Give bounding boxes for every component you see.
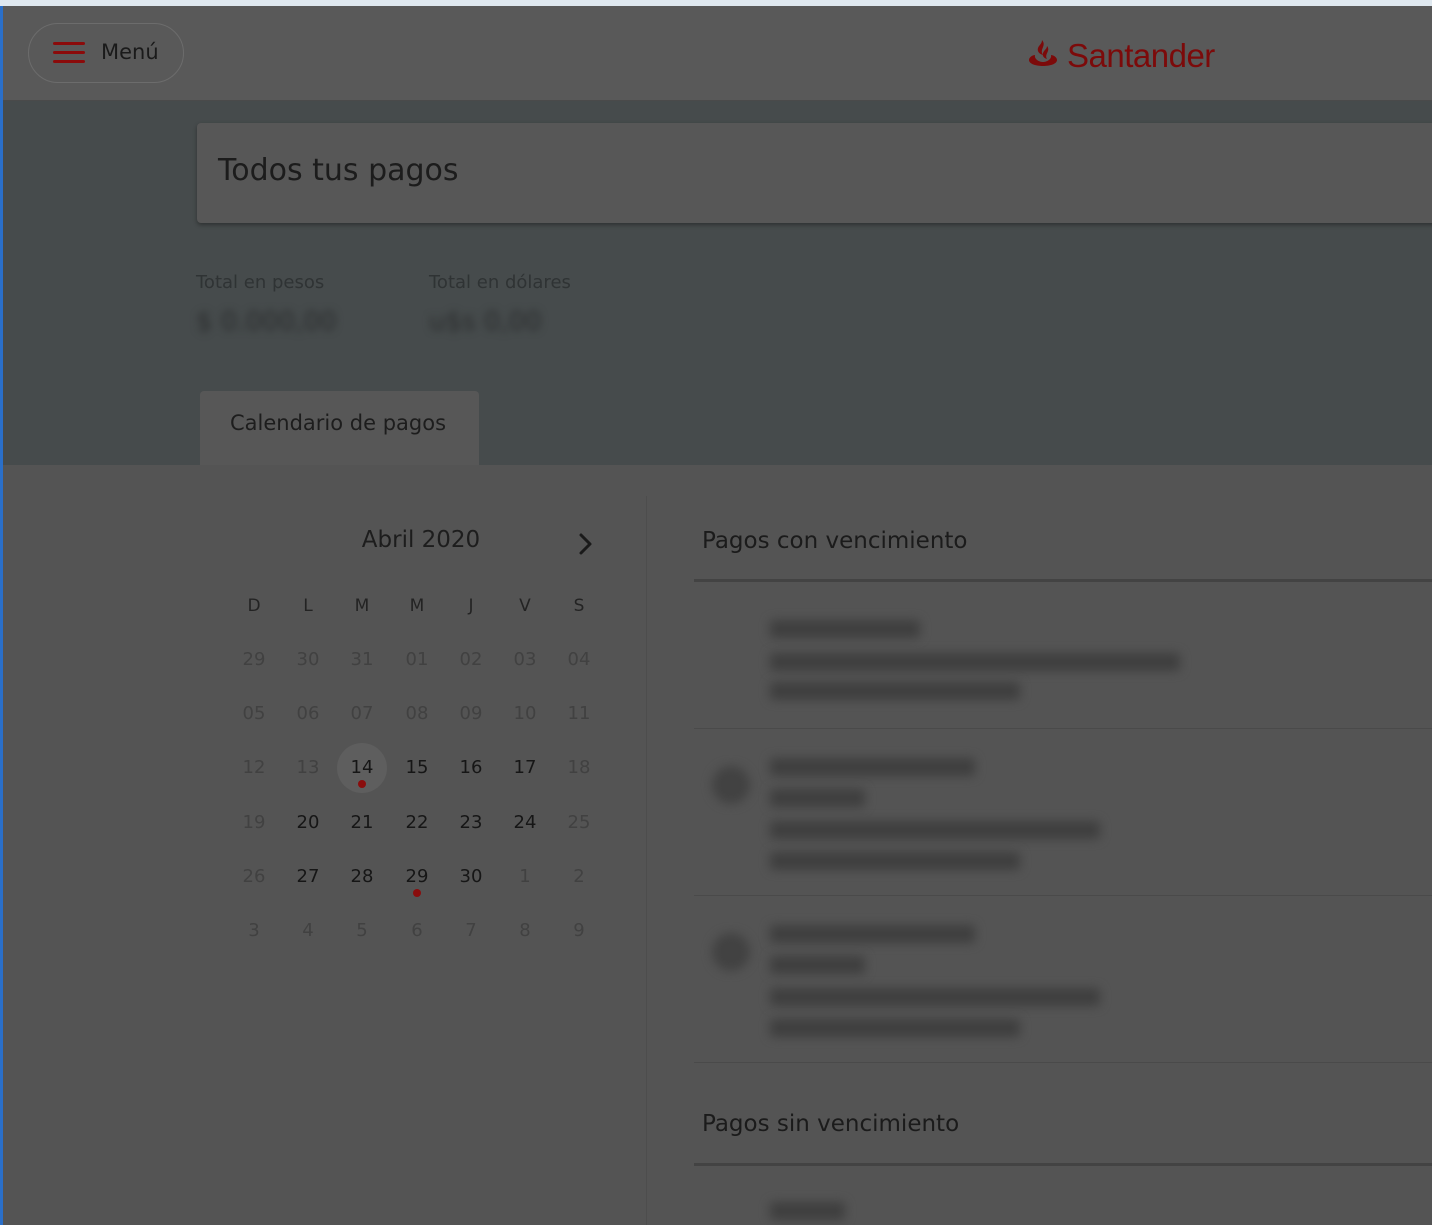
calendar-day: 08 [405, 703, 429, 724]
calendar-day: 05 [242, 703, 266, 724]
blurred-text [770, 852, 1020, 870]
calendar-day[interactable]: 30 [446, 852, 496, 902]
calendar-day[interactable]: 14 [337, 743, 387, 793]
blurred-text [770, 821, 1100, 839]
calendar-day[interactable]: 17 [500, 743, 550, 793]
calendar-day: 02 [459, 649, 483, 670]
calendar-month-title: Abril 2020 [361, 527, 481, 553]
calendar-day: 01 [405, 649, 429, 670]
weekday-header: V [519, 596, 531, 616]
payment-dot-icon [413, 889, 421, 897]
calendar-day: 5 [356, 920, 368, 941]
blurred-text [770, 758, 975, 776]
calendar-day: 9 [573, 920, 585, 941]
weekday-header: S [573, 596, 585, 616]
blurred-text [770, 988, 1100, 1006]
total-dollars: Total en dólares u$s 0,00 [429, 272, 571, 337]
menu-button[interactable]: Menú [28, 23, 184, 83]
calendar-day[interactable]: 21 [337, 798, 387, 848]
calendar-day: 18 [567, 757, 591, 778]
flame-icon [1029, 40, 1057, 66]
blurred-text [770, 1019, 1020, 1037]
calendar-day[interactable]: 22 [392, 798, 442, 848]
calendar-day: 7 [465, 920, 477, 941]
blurred-text [770, 1202, 845, 1220]
calendar-day: 1 [519, 866, 531, 887]
title-card: Todos tus pagos [197, 123, 1432, 223]
calendar-day[interactable]: 29 [392, 852, 442, 902]
calendar-day: 06 [296, 703, 320, 724]
calendar-day: 8 [519, 920, 531, 941]
calendar-day[interactable]: 23 [446, 798, 496, 848]
calendar-day: 04 [567, 649, 591, 670]
calendar-day: 4 [302, 920, 314, 941]
page-title: Todos tus pagos [218, 153, 459, 188]
section-rule [694, 579, 1432, 582]
calendar-day: 2 [573, 866, 585, 887]
section-rule [694, 1163, 1432, 1166]
total-dollars-value: u$s 0,00 [429, 307, 542, 337]
row-divider [694, 895, 1432, 896]
blurred-text [770, 682, 1020, 700]
santander-logo[interactable]: Santander [1025, 36, 1215, 76]
tab-label: Calendario de pagos [230, 411, 447, 435]
blurred-text [770, 620, 920, 638]
blurred-text [770, 653, 1180, 671]
calendar-day[interactable]: 20 [283, 798, 333, 848]
section-title-with-due: Pagos con vencimiento [702, 528, 968, 554]
hamburger-icon [53, 42, 85, 64]
calendar-day[interactable]: 24 [500, 798, 550, 848]
calendar-day: 29 [242, 649, 266, 670]
total-pesos-value: $ 0.000,00 [196, 307, 337, 337]
calendar-day[interactable]: 27 [283, 852, 333, 902]
calendar-day: 09 [459, 703, 483, 724]
blurred-text [770, 925, 975, 943]
calendar-day: 3 [248, 920, 260, 941]
payment-dot-icon [358, 780, 366, 788]
calendar-day: 03 [513, 649, 537, 670]
calendar-day: 12 [242, 757, 266, 778]
calendar-day: 31 [350, 649, 374, 670]
calendar-day: 07 [350, 703, 374, 724]
weekday-header: L [303, 596, 313, 616]
tab-calendario-de-pagos[interactable]: Calendario de pagos [200, 391, 479, 465]
calendar-day: 25 [567, 812, 591, 833]
calendar-day: 26 [242, 866, 266, 887]
total-dollars-label: Total en dólares [429, 272, 571, 293]
weekday-header: M [354, 596, 370, 616]
top-header: Menú Santander [3, 6, 1432, 101]
calendar-day: 19 [242, 812, 266, 833]
calendar-day: 13 [296, 757, 320, 778]
weekday-header: M [409, 596, 425, 616]
summary-band: Todos tus pagos Total en pesos $ 0.000,0… [3, 101, 1432, 465]
total-pesos: Total en pesos $ 0.000,00 [196, 272, 337, 337]
calendar-day: 11 [567, 703, 591, 724]
calendar-day[interactable]: 28 [337, 852, 387, 902]
calendar-day: 30 [296, 649, 320, 670]
section-title-without-due: Pagos sin vencimiento [702, 1111, 960, 1137]
row-divider [694, 728, 1432, 729]
column-divider [646, 496, 647, 1225]
weekday-header: D [247, 596, 261, 616]
page: Menú Santander Todos tus pagos Total en … [3, 6, 1432, 1225]
chevron-right-icon[interactable] [571, 530, 599, 558]
calendar-day: 6 [411, 920, 423, 941]
total-pesos-label: Total en pesos [196, 272, 325, 293]
weekday-header: J [468, 596, 474, 616]
menu-label: Menú [101, 40, 159, 64]
calendar-day: 10 [513, 703, 537, 724]
service-icon [712, 933, 750, 971]
service-icon [712, 766, 750, 804]
blurred-text [770, 956, 865, 974]
calendar-day[interactable]: 16 [446, 743, 496, 793]
calendar-day[interactable]: 15 [392, 743, 442, 793]
blurred-text [770, 789, 865, 807]
row-divider [694, 1062, 1432, 1063]
logo-text: Santander [1067, 37, 1215, 74]
